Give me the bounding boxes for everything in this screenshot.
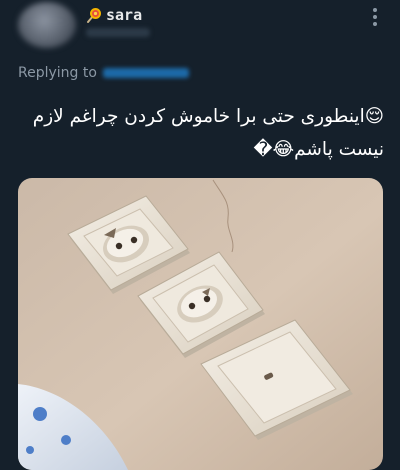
photo-of-wall-outlets-icon — [18, 178, 383, 470]
tweet-text-line-1: 😌اینطوری حتی برا خاموش کردن چراغم لازم — [32, 106, 384, 127]
avatar[interactable] — [18, 2, 76, 48]
tweet-photo[interactable] — [18, 178, 383, 470]
reply-target-link[interactable] — [102, 68, 189, 78]
display-name: sara — [106, 6, 143, 24]
user-handle-blurred — [86, 28, 150, 37]
more-options-icon[interactable] — [372, 8, 378, 28]
replying-to: Replying to — [18, 65, 189, 81]
user-name-row[interactable]: sara — [86, 6, 142, 24]
lollipop-icon — [87, 8, 101, 23]
replying-to-label: Replying to — [18, 65, 97, 81]
tweet-text: 😌اینطوری حتی برا خاموش کردن چراغم لازم ن… — [18, 100, 384, 166]
tweet-text-line-2: نیست پاشم😂� — [253, 139, 384, 160]
